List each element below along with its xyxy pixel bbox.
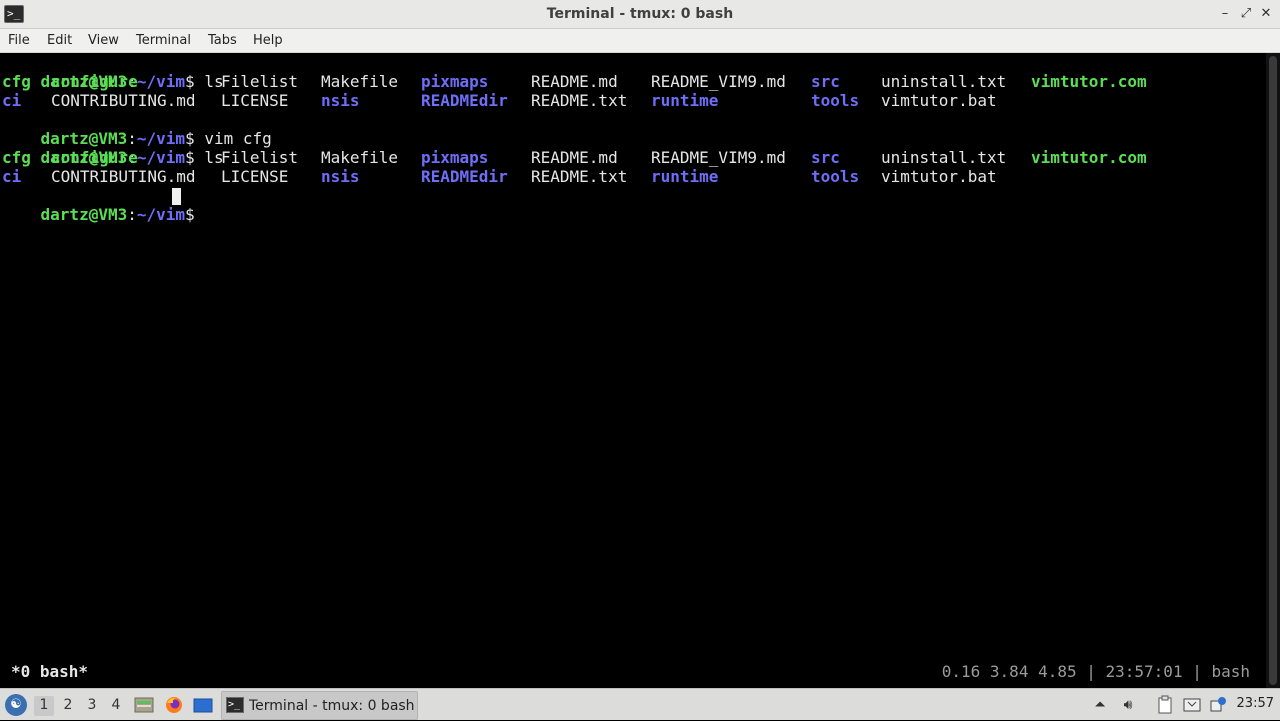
ls-output-row: ci CONTRIBUTING.md LICENSE nsis READMEdi… xyxy=(2,167,1262,186)
terminal-task-icon: >_ xyxy=(226,697,244,713)
ls-entry: README.txt xyxy=(531,91,628,110)
network-icon[interactable] xyxy=(1182,695,1202,715)
menu-tabs[interactable]: Tabs xyxy=(208,33,237,48)
window-titlebar[interactable]: >_ Terminal - tmux: 0 bash – ⤢ ✕ xyxy=(0,0,1280,29)
ls-entry: ci xyxy=(2,167,22,186)
taskbar: ☯ 1 2 3 4 >_ Terminal - tmux: 0 bash ⏶ 🔊… xyxy=(0,688,1280,720)
workspace-3[interactable]: 3 xyxy=(82,696,102,716)
workspace-1[interactable]: 1 xyxy=(34,696,54,716)
ls-entry: README.md xyxy=(531,148,618,167)
ls-entry: configure xyxy=(51,148,138,167)
tmux-window-label: *0 bash* xyxy=(11,662,89,681)
menu-file[interactable]: File xyxy=(8,33,30,48)
ls-entry: configure xyxy=(51,72,138,91)
ls-entry: vimtutor.com xyxy=(1031,72,1147,91)
clipboard-icon[interactable] xyxy=(1155,695,1175,715)
ls-entry: READMEdir xyxy=(421,91,508,110)
ls-entry: CONTRIBUTING.md xyxy=(51,91,196,110)
ls-entry: nsis xyxy=(321,167,360,186)
ls-entry: runtime xyxy=(651,91,719,110)
menubar: File Edit View Terminal Tabs Help xyxy=(0,29,1280,53)
ls-entry: Makefile xyxy=(321,72,399,91)
ls-entry: tools xyxy=(811,91,860,110)
ls-entry: vimtutor.bat xyxy=(881,91,997,110)
tmux-status-bar: *0 bash* 0.16 3.84 4.85 | 23:57:01 | bas… xyxy=(0,661,1266,683)
workspace-2[interactable]: 2 xyxy=(58,696,78,716)
terminal-scrollbar[interactable] xyxy=(1266,53,1280,688)
volume-icon[interactable]: 🔊︎ xyxy=(1118,695,1138,715)
ls-output-row: cfg configure Filelist Makefile pixmaps … xyxy=(2,148,1262,167)
taskbar-task-terminal[interactable]: >_ Terminal - tmux: 0 bash xyxy=(221,691,418,720)
ls-entry: README_VIM9.md xyxy=(651,148,786,167)
window-title: Terminal - tmux: 0 bash xyxy=(546,6,734,22)
firefox-icon[interactable] xyxy=(164,695,184,715)
ls-entry: runtime xyxy=(651,167,719,186)
ls-entry: Filelist xyxy=(221,148,299,167)
ls-entry: vimtutor.bat xyxy=(881,167,997,186)
prompt-path: ~/vim xyxy=(136,205,186,224)
scrollbar-thumb[interactable] xyxy=(1269,56,1277,685)
terminal-area[interactable]: dartz@VM3:~/vim$ ls cfg configure Fileli… xyxy=(0,53,1266,688)
ls-entry: README_VIM9.md xyxy=(651,72,786,91)
prompt-colon: : xyxy=(127,205,137,224)
ls-entry: nsis xyxy=(321,91,360,110)
terminal-line: dartz@VM3:~/vim$ vim cfg xyxy=(2,110,272,148)
maximize-button[interactable]: ⤢ xyxy=(1236,4,1256,24)
ls-entry: README.md xyxy=(531,72,618,91)
ls-entry: src xyxy=(811,72,840,91)
menu-help[interactable]: Help xyxy=(253,33,283,48)
ls-entry: Filelist xyxy=(221,72,299,91)
ls-entry: vimtutor.com xyxy=(1031,148,1147,167)
ls-entry: tools xyxy=(811,167,860,186)
ls-entry: CONTRIBUTING.md xyxy=(51,167,196,186)
terminal-line: dartz@VM3:~/vim$ ls xyxy=(2,129,224,167)
task-label: Terminal - tmux: 0 bash xyxy=(249,698,415,714)
terminal-line: dartz@VM3:~/vim$ xyxy=(2,186,195,224)
minimize-button[interactable]: – xyxy=(1215,4,1235,24)
close-button[interactable]: ✕ xyxy=(1256,4,1276,24)
ls-output-row: cfg configure Filelist Makefile pixmaps … xyxy=(2,72,1262,91)
menu-edit[interactable]: Edit xyxy=(47,33,72,48)
ls-entry: LICENSE xyxy=(221,91,289,110)
ls-entry: pixmaps xyxy=(421,148,489,167)
ls-entry: pixmaps xyxy=(421,72,489,91)
ls-entry: uninstall.txt xyxy=(881,72,1007,91)
taskbar-clock[interactable]: 23:57 xyxy=(1237,696,1274,711)
ls-entry: LICENSE xyxy=(221,167,289,186)
ls-entry: uninstall.txt xyxy=(881,148,1007,167)
start-menu-icon[interactable]: ☯ xyxy=(5,694,27,716)
workspace-4[interactable]: 4 xyxy=(106,696,126,716)
ls-output-row: ci CONTRIBUTING.md LICENSE nsis READMEdi… xyxy=(2,91,1262,110)
ls-entry: src xyxy=(811,148,840,167)
ls-entry: Makefile xyxy=(321,148,399,167)
ls-entry: README.txt xyxy=(531,167,628,186)
ls-entry: READMEdir xyxy=(421,167,508,186)
ls-entry: cfg xyxy=(2,72,31,91)
prompt-user-host: dartz@VM3 xyxy=(40,205,128,224)
text-cursor xyxy=(172,188,181,205)
menu-view[interactable]: View xyxy=(88,33,119,48)
prompt-symbol: $ xyxy=(185,205,195,224)
tray-up-arrow-icon[interactable]: ⏶ xyxy=(1090,695,1110,715)
notification-icon[interactable] xyxy=(1208,695,1228,715)
terminal-line: dartz@VM3:~/vim$ ls xyxy=(2,53,224,91)
file-manager-icon[interactable] xyxy=(134,695,154,715)
ls-entry: cfg xyxy=(2,148,31,167)
tmux-status-right: 0.16 3.84 4.85 | 23:57:01 | bash xyxy=(941,662,1250,681)
menu-terminal[interactable]: Terminal xyxy=(136,33,191,48)
desktop-icon[interactable] xyxy=(193,695,213,715)
ls-entry: ci xyxy=(2,91,22,110)
